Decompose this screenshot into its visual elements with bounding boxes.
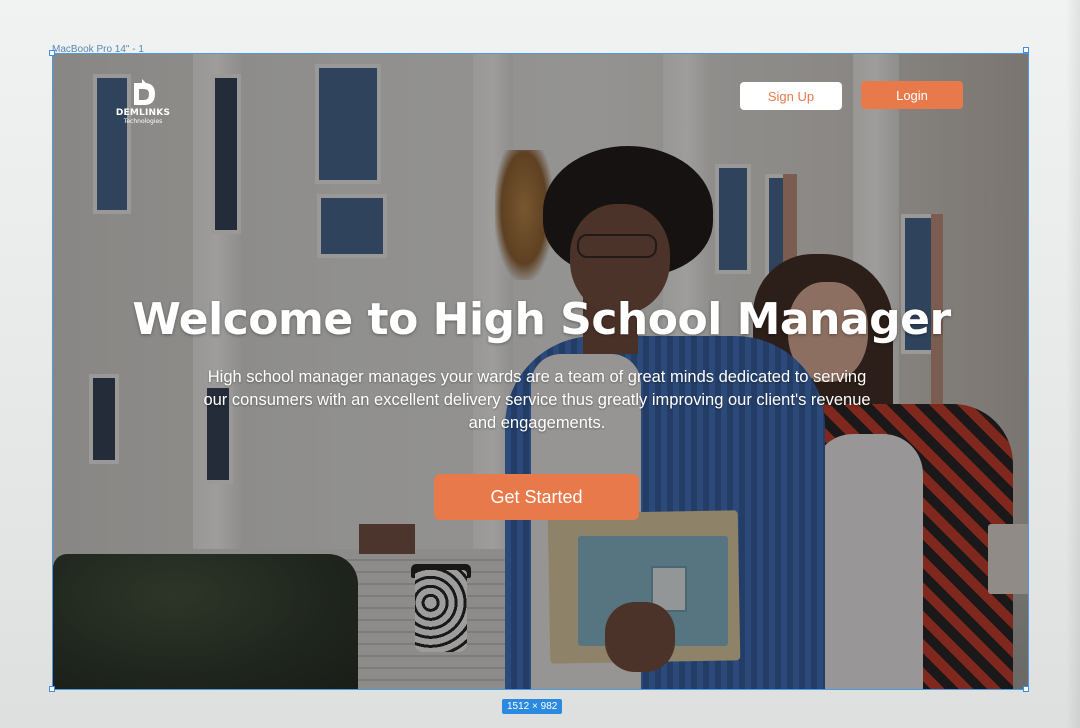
- hero-description: High school manager manages your wards a…: [203, 368, 871, 432]
- demlinks-logo-icon: [134, 79, 155, 105]
- brand-name: DEMLINKS: [115, 108, 171, 118]
- resize-handle-top-left[interactable]: [49, 50, 55, 56]
- brand-logo[interactable]: DEMLINKS Technologies: [113, 79, 173, 131]
- signup-button[interactable]: Sign Up: [740, 82, 842, 110]
- login-button[interactable]: Login: [861, 81, 963, 109]
- resize-handle-top-right[interactable]: [1023, 47, 1029, 53]
- hero-title: Welcome to High School Manager: [132, 294, 951, 345]
- resize-handle-bottom-right[interactable]: [1023, 686, 1029, 692]
- frame-size-badge: 1512 × 982: [502, 699, 563, 714]
- resize-handle-bottom-left[interactable]: [49, 686, 55, 692]
- macbook-frame[interactable]: DEMLINKS Technologies Sign Up Login Welc…: [52, 53, 1029, 690]
- building-icon: [984, 184, 1014, 212]
- get-started-button[interactable]: Get Started: [434, 474, 639, 520]
- brand-subtitle: Technologies: [123, 118, 163, 125]
